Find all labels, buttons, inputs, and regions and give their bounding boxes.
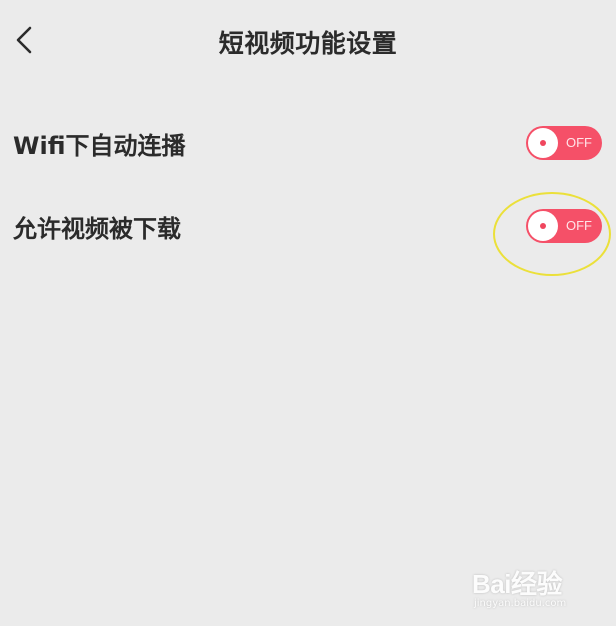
header: 短视频功能设置 [0,0,616,82]
page-title: 短视频功能设置 [218,29,398,58]
wifi-autoplay-toggle[interactable]: OFF [526,126,602,160]
toggle-dot [540,223,546,229]
setting-row-wifi-autoplay: Wifi下自动连播 OFF [0,113,616,173]
setting-row-allow-download: 允许视频被下载 OFF [0,196,616,256]
toggle-knob [528,128,558,158]
toggle-state-text: OFF [566,135,592,150]
toggle-state-text: OFF [566,218,592,233]
toggle-knob [528,211,558,241]
setting-label: Wifi下自动连播 [13,132,186,160]
allow-download-toggle[interactable]: OFF [526,209,602,243]
setting-label: 允许视频被下载 [13,215,181,243]
toggle-dot [540,140,546,146]
watermark-url: jingyan.baidu.com [474,598,567,609]
watermark: Bai经验 jingyan.baidu.com [470,560,610,616]
watermark-logo: Bai经验 [472,569,562,599]
